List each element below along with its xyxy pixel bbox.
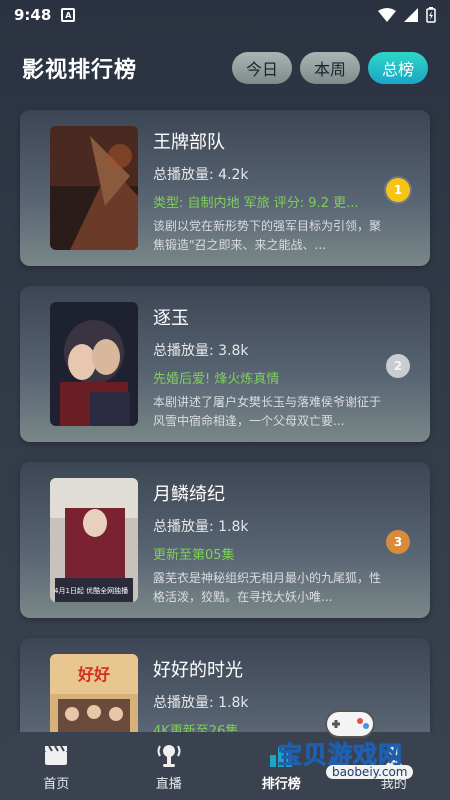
play-count: 总播放量: 1.8k	[153, 519, 249, 535]
show-title: 月鳞绮纪	[153, 484, 225, 505]
page-title: 影视排行榜	[22, 58, 138, 83]
show-description: 本剧讲述了屠户女樊长玉与落难侯爷谢征于风雪中宿命相逢，一个父母双亡要...	[153, 395, 382, 428]
show-title: 王牌部队	[153, 132, 225, 153]
show-description: 该剧以党在新形势下的强军目标为引领，聚焦锻造"召之即来、来之能战、...	[153, 219, 382, 252]
app-notification-icon: A	[61, 8, 76, 22]
rank-badge: 3	[386, 530, 410, 554]
show-tags: 类型: 自制内地 军旅 评分: 9.2 更...	[153, 196, 359, 211]
list-item[interactable]: 王牌部队 总播放量: 4.2k 类型: 自制内地 军旅 评分: 9.2 更...…	[20, 110, 430, 266]
card-info: 王牌部队 总播放量: 4.2k 类型: 自制内地 军旅 评分: 9.2 更...…	[153, 128, 383, 255]
status-time: 9:48	[14, 6, 52, 24]
show-title: 逐玉	[153, 308, 189, 329]
poster-image	[50, 126, 138, 250]
rank-badge: 1	[386, 178, 410, 202]
bottom-nav: 首页 直播 排行榜 我的	[0, 732, 450, 800]
status-bar: 9:48 A	[0, 0, 450, 30]
live-icon	[155, 741, 183, 769]
header: 影视排行榜 今日 本周 总榜	[0, 44, 450, 92]
signal-icon	[404, 8, 418, 22]
list-item[interactable]: 4月1日起 优酷全网独播 月鳞绮纪 总播放量: 1.8k 更新至第05集 露芜衣…	[20, 462, 430, 618]
play-count: 总播放量: 4.2k	[153, 167, 249, 183]
nav-label: 首页	[43, 776, 70, 792]
show-tags: 先婚后爱! 烽火炼真情	[153, 372, 280, 387]
show-tags: 更新至第05集	[153, 548, 235, 563]
nav-home[interactable]: 首页	[16, 741, 96, 792]
poster-image	[50, 302, 138, 426]
play-count: 总播放量: 3.8k	[153, 343, 249, 359]
nav-label: 直播	[155, 776, 182, 792]
nav-label: 我的	[380, 776, 407, 792]
nav-label: 排行榜	[261, 776, 301, 792]
svg-text:好好: 好好	[77, 665, 110, 684]
filter-tabs: 今日 本周 总榜	[231, 52, 428, 84]
rank-badge: 2	[386, 354, 410, 378]
list-item[interactable]: 逐玉 总播放量: 3.8k 先婚后爱! 烽火炼真情 本剧讲述了屠户女樊长玉与落难…	[20, 286, 430, 442]
wifi-icon	[378, 8, 396, 22]
play-count: 总播放量: 1.8k	[153, 695, 249, 711]
card-info: 逐玉 总播放量: 3.8k 先婚后爱! 烽火炼真情 本剧讲述了屠户女樊长玉与落难…	[153, 304, 383, 431]
nav-profile[interactable]: 我的	[354, 741, 434, 792]
battery-icon	[426, 7, 436, 23]
profile-icon	[380, 741, 408, 769]
show-title: 好好的时光	[153, 660, 243, 681]
tab-today[interactable]: 今日	[231, 52, 292, 84]
status-icons	[378, 7, 436, 23]
ranking-icon	[267, 741, 295, 769]
tab-this-week[interactable]: 本周	[299, 52, 360, 84]
poster-image: 4月1日起 优酷全网独播	[50, 478, 138, 602]
show-description: 露芜衣是神秘组织无相月最小的九尾狐，性格活泼，狡黠。在寻找大妖小唯...	[153, 571, 382, 604]
clapperboard-icon	[42, 741, 70, 769]
poster-caption: 4月1日起 优酷全网独播	[54, 587, 129, 595]
tab-all-time[interactable]: 总榜	[367, 52, 428, 84]
card-info: 月鳞绮纪 总播放量: 1.8k 更新至第05集 露芜衣是神秘组织无相月最小的九尾…	[153, 480, 383, 607]
nav-ranking[interactable]: 排行榜	[241, 741, 321, 792]
nav-live[interactable]: 直播	[129, 741, 209, 792]
